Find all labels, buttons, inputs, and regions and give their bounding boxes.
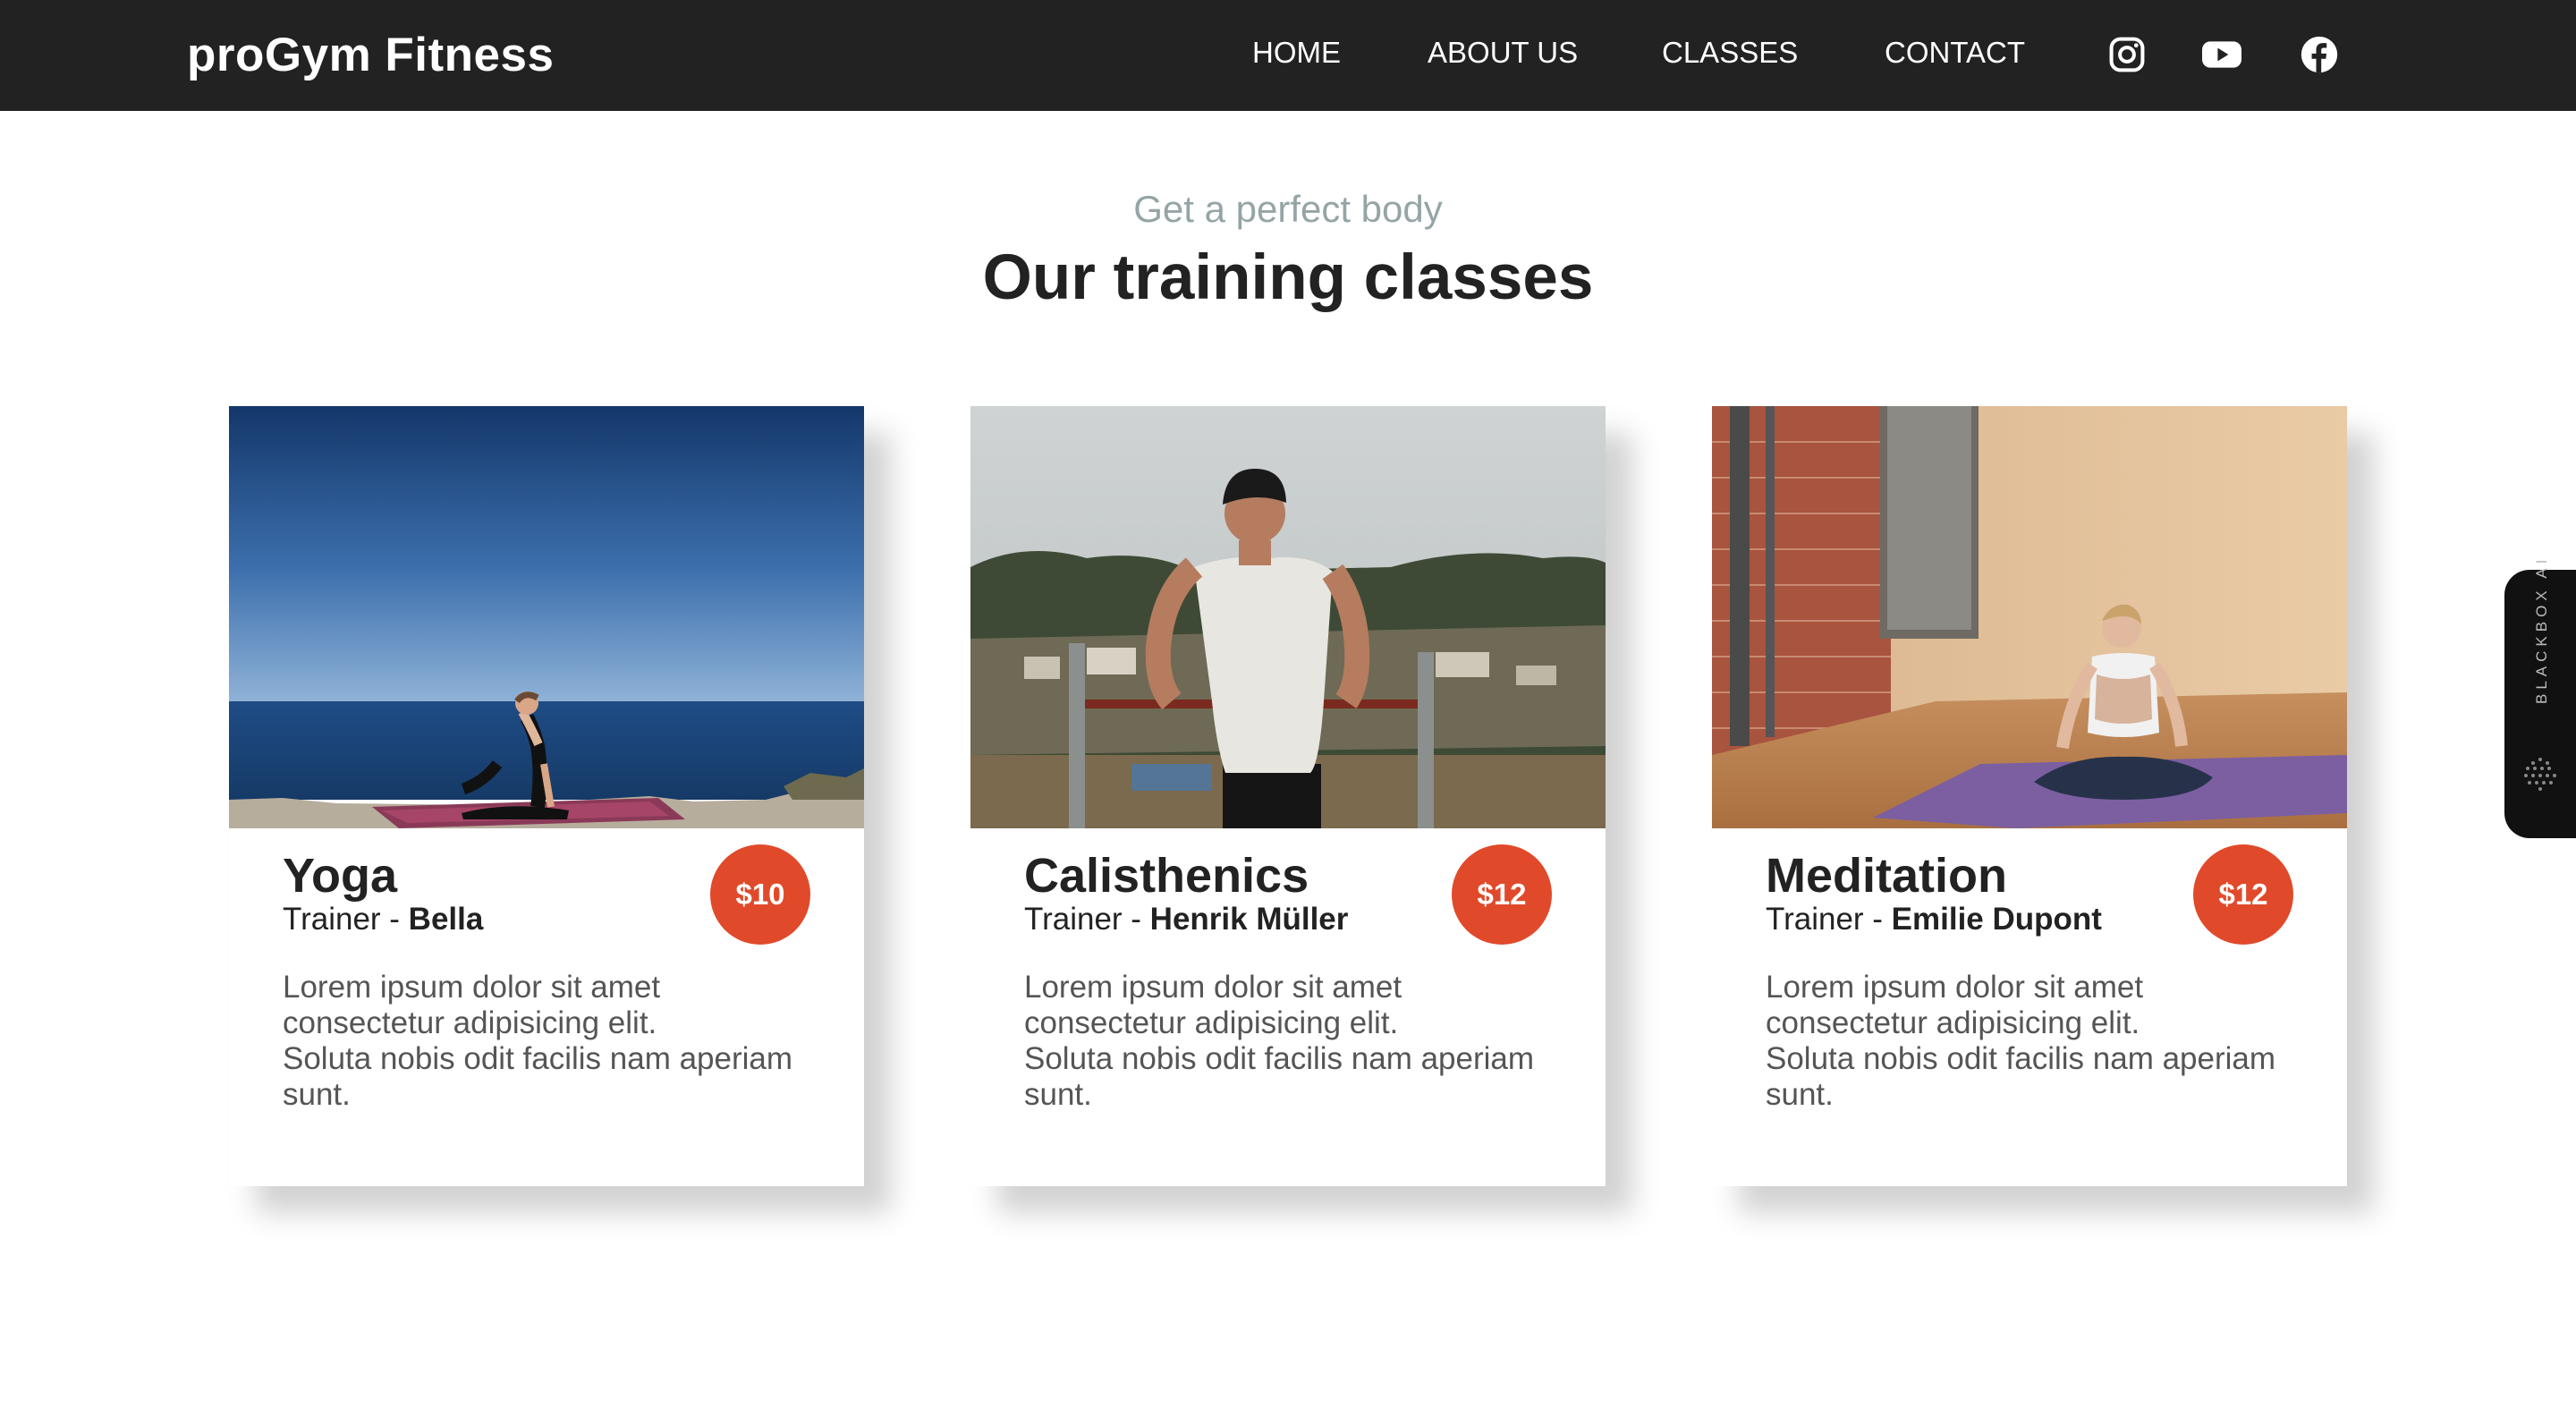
class-trainer: Trainer - Emilie Dupont [1766, 902, 2102, 937]
class-description: Lorem ipsum dolor sit amet consectetur a… [283, 970, 819, 1113]
meditation-photo [1712, 406, 2347, 828]
youtube-icon[interactable] [2200, 35, 2243, 74]
class-card-meditation[interactable]: Meditation Trainer - Emilie Dupont $12 L… [1712, 406, 2347, 1186]
class-trainer: Trainer - Bella [283, 902, 483, 937]
price-badge: $10 [710, 844, 810, 945]
description-line: Lorem ipsum dolor sit amet [1024, 970, 1402, 1005]
class-name: Meditation [1766, 849, 2007, 903]
trainer-prefix: Trainer - [1766, 902, 1892, 937]
description-line: Lorem ipsum dolor sit amet [1766, 970, 2144, 1005]
description-line: sunt. [1024, 1077, 1092, 1112]
blackbox-logo-icon [2524, 758, 2556, 791]
brand-logo[interactable]: proGym Fitness [187, 0, 554, 111]
class-card-yoga[interactable]: Yoga Trainer - Bella $10 Lorem ipsum dol… [229, 406, 864, 1186]
class-card-calisthenics[interactable]: Calisthenics Trainer - Henrik Müller $12… [970, 406, 1606, 1186]
description-line: Soluta nobis odit facilis nam aperiam [1766, 1041, 2276, 1076]
nav-contact-link[interactable]: CONTACT [1885, 36, 2025, 70]
trainer-prefix: Trainer - [1024, 902, 1150, 937]
facebook-icon[interactable] [2300, 35, 2339, 74]
trainer-name: Emilie Dupont [1891, 902, 2102, 937]
nav-home-link[interactable]: HOME [1252, 36, 1341, 70]
nav-classes-link[interactable]: CLASSES [1662, 36, 1798, 70]
calisthenics-photo [970, 406, 1606, 828]
price-badge: $12 [1452, 844, 1552, 945]
description-line: sunt. [283, 1077, 351, 1112]
class-name: Calisthenics [1024, 849, 1309, 903]
blackbox-side-widget[interactable]: BLACKBOX AI [2504, 556, 2576, 838]
instagram-icon[interactable] [2107, 35, 2147, 74]
trainer-prefix: Trainer - [283, 902, 409, 937]
description-line: sunt. [1766, 1077, 1834, 1112]
price-badge: $12 [2193, 844, 2293, 945]
description-line: Lorem ipsum dolor sit amet [283, 970, 661, 1005]
top-navbar: proGym Fitness HOME ABOUT US CLASSES CON… [0, 0, 2576, 111]
class-description: Lorem ipsum dolor sit amet consectetur a… [1024, 970, 1561, 1113]
class-description: Lorem ipsum dolor sit amet consectetur a… [1766, 970, 2302, 1113]
description-line: consectetur adipisicing elit. [283, 1005, 657, 1040]
trainer-name: Henrik Müller [1149, 902, 1349, 937]
trainer-name: Bella [408, 902, 484, 937]
nav-about-link[interactable]: ABOUT US [1428, 36, 1578, 70]
class-trainer: Trainer - Henrik Müller [1024, 902, 1348, 937]
section-title: Our training classes [982, 242, 1594, 313]
yoga-photo [229, 406, 864, 828]
description-line: consectetur adipisicing elit. [1766, 1005, 2140, 1040]
side-widget-label: BLACKBOX AI [2533, 555, 2550, 705]
description-line: Soluta nobis odit facilis nam aperiam [283, 1041, 793, 1076]
section-subtitle: Get a perfect body [1133, 188, 1443, 230]
description-line: Soluta nobis odit facilis nam aperiam [1024, 1041, 1535, 1076]
description-line: consectetur adipisicing elit. [1024, 1005, 1399, 1040]
class-name: Yoga [283, 849, 398, 903]
